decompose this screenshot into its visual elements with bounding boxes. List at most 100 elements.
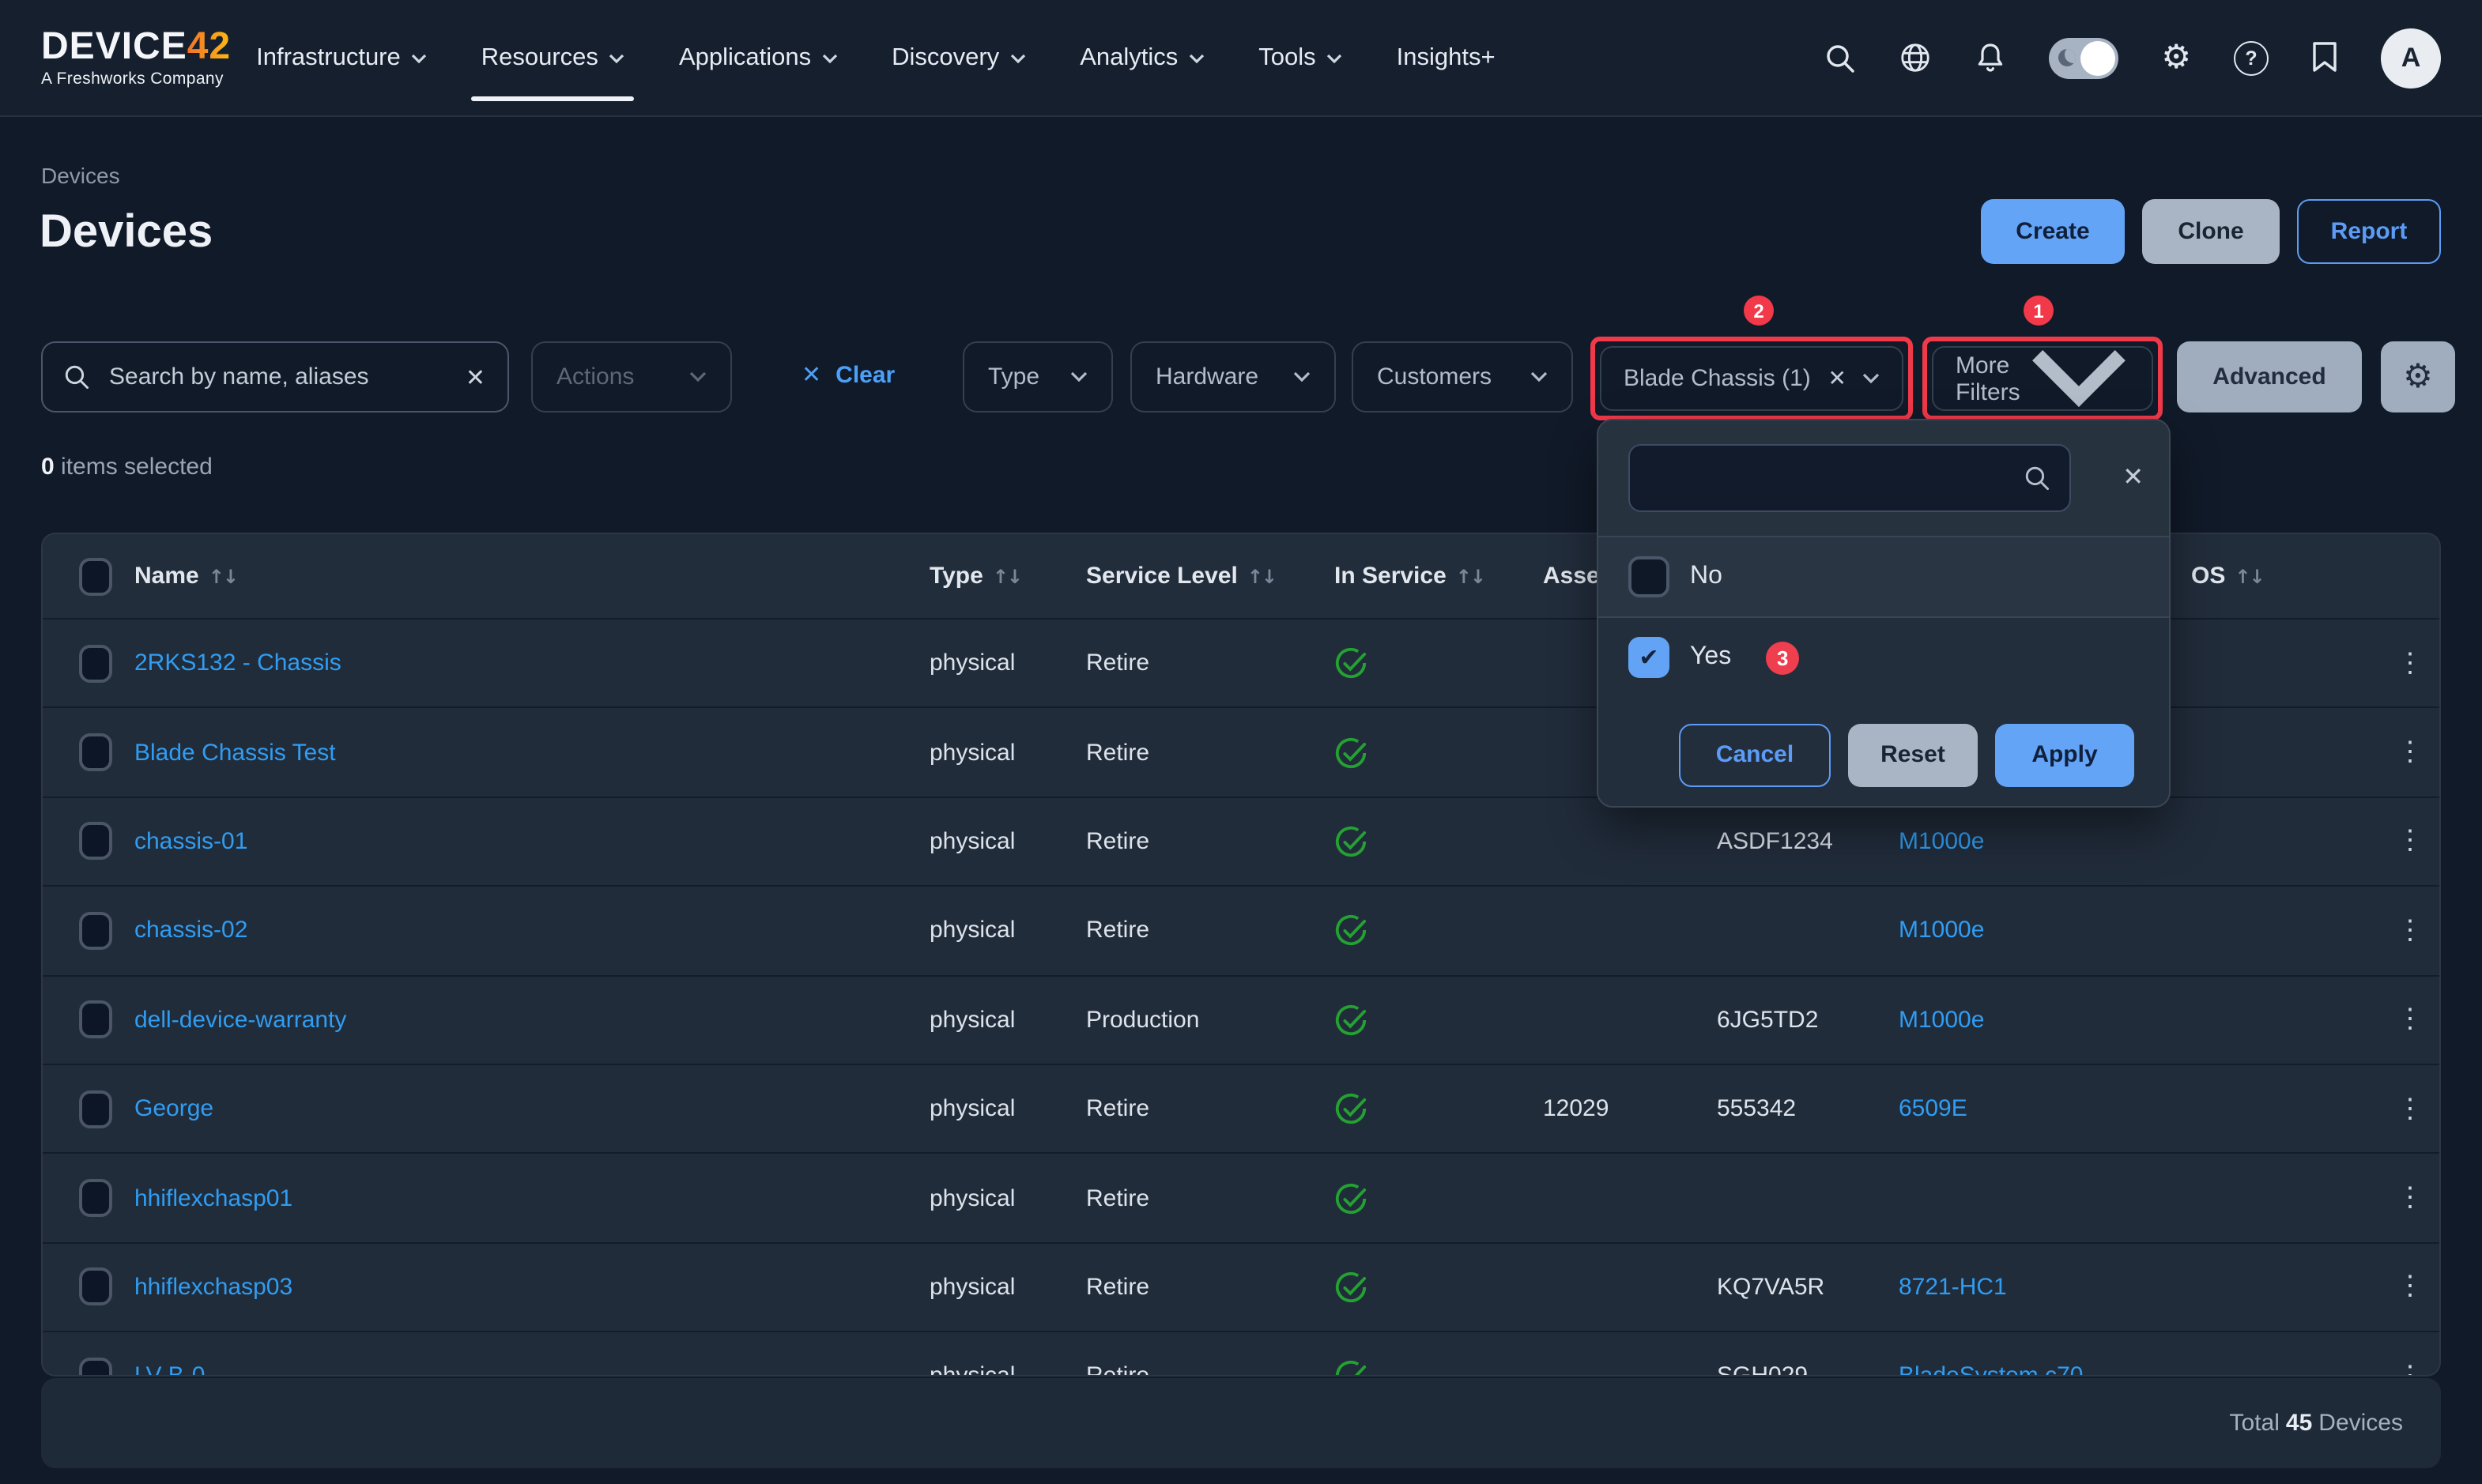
actions-dropdown[interactable]: Actions [531, 341, 732, 412]
menu-resources[interactable]: Resources [478, 37, 628, 78]
hardware-link[interactable]: 6509E [1899, 1095, 1967, 1122]
breadcrumb[interactable]: Devices [41, 163, 120, 188]
menu-insights[interactable]: Insights+ [1394, 37, 1499, 78]
table-footer: Total45Devices [41, 1378, 2441, 1468]
clone-button[interactable]: Clone [2142, 199, 2280, 264]
type-cell: physical [930, 828, 1086, 855]
row-checkbox[interactable] [79, 1001, 112, 1039]
selection-status: 0 items selected [41, 454, 213, 480]
more-filters-dropdown[interactable]: More Filters [1932, 346, 2153, 411]
reset-button[interactable]: Reset [1848, 723, 1978, 786]
report-button[interactable]: Report [2297, 199, 2441, 264]
menu-infrastructure[interactable]: Infrastructure [253, 37, 431, 78]
row-menu-button[interactable]: ⋮ [2397, 1004, 2441, 1036]
serial-cell: 555342 [1717, 1095, 1899, 1122]
create-button[interactable]: Create [1981, 199, 2125, 264]
row-checkbox[interactable] [79, 1179, 112, 1217]
avatar[interactable]: A [2381, 28, 2441, 88]
device-name-link[interactable]: dell-device-warranty [134, 1007, 346, 1034]
popup-search-input[interactable] [1649, 463, 2024, 493]
nav-icons: ⚙ ? A [1824, 28, 2441, 88]
clear-filters-button[interactable]: ✕ Clear [802, 360, 895, 389]
popup-search-section: ✕ [1598, 420, 2169, 537]
filter-option-yes[interactable]: ✔ Yes 3 [1598, 618, 2169, 697]
hardware-link[interactable]: BladeSystem c70 [1899, 1363, 2083, 1377]
row-menu-button[interactable]: ⋮ [2397, 1093, 2441, 1124]
filter-option-no[interactable]: No [1598, 537, 2169, 618]
row-menu-button[interactable]: ⋮ [2397, 826, 2441, 857]
row-menu-button[interactable]: ⋮ [2397, 736, 2441, 768]
sort-icon: ↑↓ [993, 566, 1021, 588]
row-checkbox[interactable] [79, 1268, 112, 1306]
apply-button[interactable]: Apply [1995, 723, 2134, 786]
advanced-button[interactable]: Advanced [2177, 341, 2362, 412]
device-name-link[interactable]: 2RKS132 - Chassis [134, 650, 341, 676]
row-checkbox[interactable] [79, 733, 112, 771]
device-name-link[interactable]: George [134, 1095, 213, 1122]
in-service-check-icon [1334, 1271, 1367, 1304]
column-header-os[interactable]: OS↑↓ [2191, 563, 2397, 589]
device-name-link[interactable]: hhiflexchasp03 [134, 1274, 292, 1301]
menu-discovery[interactable]: Discovery [888, 37, 1029, 78]
hardware-link[interactable]: M1000e [1899, 1007, 1984, 1034]
gear-icon[interactable]: ⚙ [2161, 41, 2191, 74]
chevron-down-icon [689, 371, 707, 382]
device-name-link[interactable]: chassis-02 [134, 917, 247, 944]
column-header-service-level[interactable]: Service Level↑↓ [1086, 563, 1334, 589]
menu-applications[interactable]: Applications [676, 37, 841, 78]
remove-filter-icon[interactable]: ✕ [1828, 365, 1846, 392]
device-name-link[interactable]: Blade Chassis Test [134, 739, 336, 766]
type-filter-dropdown[interactable]: Type [963, 341, 1113, 412]
help-icon[interactable]: ? [2234, 40, 2269, 75]
in-service-check-icon [1334, 1092, 1367, 1125]
search-icon [63, 363, 90, 390]
row-menu-button[interactable]: ⋮ [2397, 647, 2441, 679]
search-icon[interactable] [1824, 42, 1856, 73]
hardware-link[interactable]: M1000e [1899, 828, 1984, 855]
hardware-filter-dropdown[interactable]: Hardware [1130, 341, 1336, 412]
row-checkbox[interactable] [79, 1358, 112, 1377]
row-checkbox[interactable] [79, 644, 112, 682]
sort-icon: ↑↓ [1456, 566, 1484, 588]
bookmark-icon[interactable] [2311, 41, 2338, 74]
bell-icon[interactable] [1975, 41, 2006, 74]
hardware-link[interactable]: 8721-HC1 [1899, 1274, 2007, 1301]
cancel-button[interactable]: Cancel [1679, 723, 1831, 786]
row-menu-button[interactable]: ⋮ [2397, 1271, 2441, 1303]
column-header-in-service[interactable]: In Service↑↓ [1334, 563, 1543, 589]
menu-analytics[interactable]: Analytics [1077, 37, 1208, 78]
device42-logo[interactable]: DEVICE42 A Freshworks Company [41, 28, 231, 88]
row-menu-button[interactable]: ⋮ [2397, 915, 2441, 947]
device-name-link[interactable]: chassis-01 [134, 828, 247, 855]
table-settings-button[interactable]: ⚙ [2381, 341, 2455, 412]
sort-icon: ↑↓ [209, 566, 237, 588]
no-checkbox[interactable] [1628, 556, 1669, 597]
logo-accent: 42 [187, 25, 231, 68]
service-level-cell: Retire [1086, 1363, 1334, 1377]
device-name-link[interactable]: hhiflexchasp01 [134, 1185, 292, 1211]
row-checkbox[interactable] [79, 912, 112, 950]
row-menu-button[interactable]: ⋮ [2397, 1182, 2441, 1214]
row-menu-button[interactable]: ⋮ [2397, 1361, 2441, 1377]
type-cell: physical [930, 1007, 1086, 1034]
theme-toggle[interactable] [2049, 37, 2118, 78]
yes-checkbox[interactable]: ✔ [1628, 637, 1669, 678]
blade-chassis-filter-dropdown[interactable]: Blade Chassis (1) ✕ [1600, 346, 1903, 411]
page-title: Devices [40, 207, 213, 259]
search-input[interactable] [106, 362, 466, 392]
clear-search-icon[interactable]: ✕ [466, 363, 485, 391]
select-all-checkbox[interactable] [79, 557, 112, 595]
globe-icon[interactable] [1899, 41, 1932, 74]
column-header-type[interactable]: Type↑↓ [930, 563, 1086, 589]
column-header-name[interactable]: Name↑↓ [134, 563, 930, 589]
serial-cell: 6JG5TD2 [1717, 1007, 1899, 1034]
hardware-link[interactable]: M1000e [1899, 917, 1984, 944]
row-checkbox[interactable] [79, 1090, 112, 1128]
device-name-link[interactable]: LV-B-0 [134, 1363, 206, 1377]
chevron-down-icon [1862, 373, 1880, 384]
customers-filter-dropdown[interactable]: Customers [1352, 341, 1573, 412]
popup-close-icon[interactable]: ✕ [2122, 461, 2144, 493]
menu-tools[interactable]: Tools [1255, 37, 1345, 78]
row-checkbox[interactable] [79, 823, 112, 861]
annotation-step-1: 1 [2024, 296, 2054, 326]
